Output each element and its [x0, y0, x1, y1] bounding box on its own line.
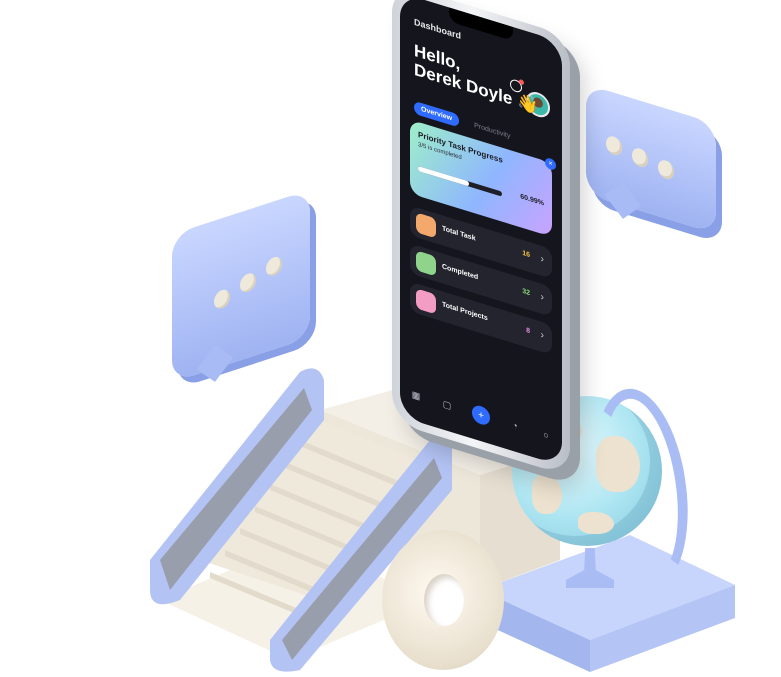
- grid-icon[interactable]: ▦: [410, 388, 422, 404]
- stat-value: 32: [522, 287, 530, 298]
- chevron-right-icon: ›: [540, 291, 544, 304]
- phone: Dashboard Hello, Derek Doyle 👋 Overview …: [392, 0, 570, 477]
- stat-label: Total Projects: [442, 301, 488, 323]
- globe-land: [532, 474, 562, 514]
- progress-bar: [418, 165, 502, 197]
- donut-hole: [424, 574, 464, 626]
- stat-value: 8: [526, 326, 530, 336]
- chevron-right-icon: ›: [540, 329, 544, 342]
- calendar-icon[interactable]: ▢: [441, 397, 453, 413]
- phone-screen: Dashboard Hello, Derek Doyle 👋 Overview …: [400, 0, 562, 466]
- stat-label: Total Task: [442, 225, 476, 243]
- check-icon: [416, 250, 436, 277]
- progress-bar-fill: [418, 165, 470, 187]
- progress-percent: 60.99%: [520, 193, 544, 208]
- paintbrush-icon: [416, 212, 436, 239]
- bell-icon[interactable]: ◔: [509, 418, 521, 434]
- add-icon[interactable]: +: [472, 403, 490, 427]
- chevron-right-icon: ›: [540, 253, 544, 266]
- illustration-scene: Dashboard Hello, Derek Doyle 👋 Overview …: [0, 0, 781, 677]
- stat-label: Completed: [442, 263, 479, 282]
- stat-value: 16: [522, 249, 530, 260]
- warning-icon: [416, 288, 436, 315]
- profile-icon[interactable]: ○: [540, 427, 552, 443]
- close-icon[interactable]: ×: [545, 156, 556, 172]
